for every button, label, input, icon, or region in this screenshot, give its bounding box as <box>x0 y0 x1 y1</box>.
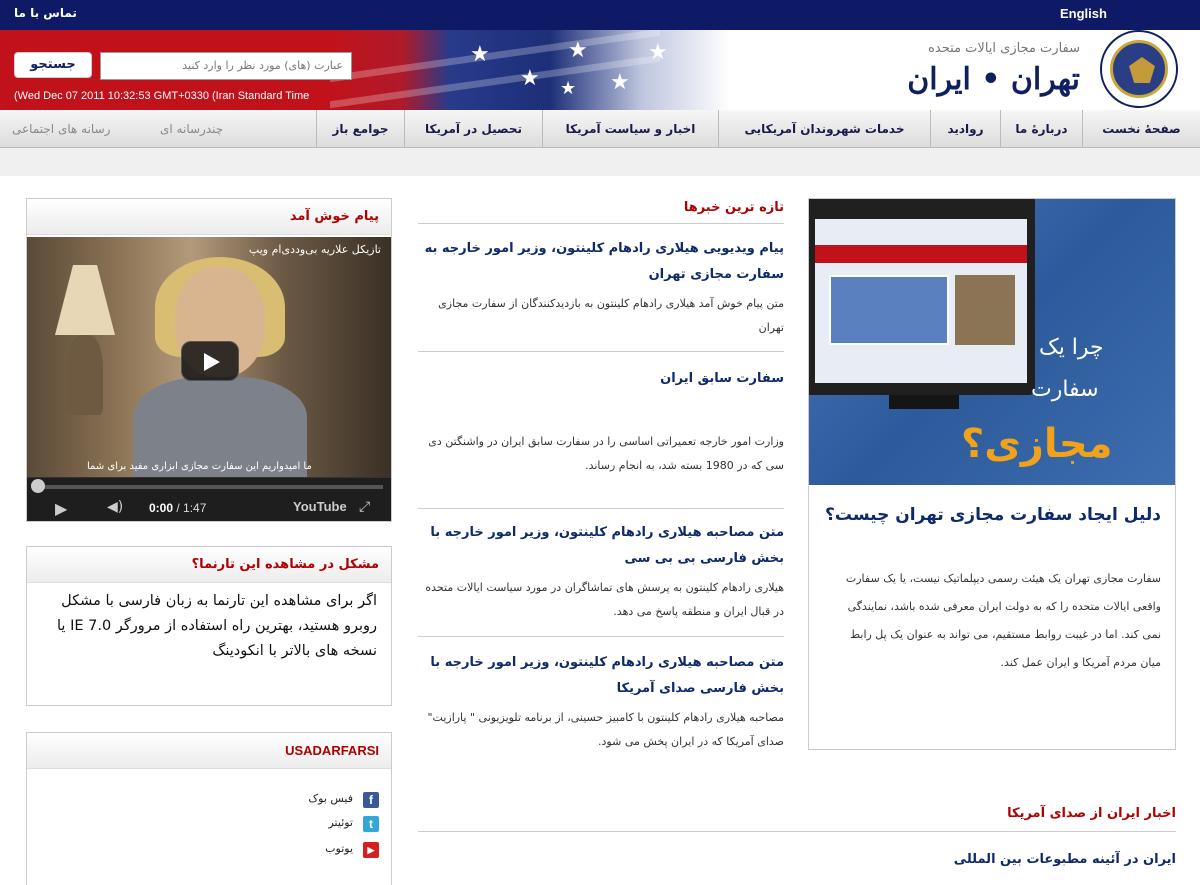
nav-visas[interactable]: روادید <box>930 110 1000 148</box>
brand-subtitle: سفارت مجازی ایالات متحده <box>928 41 1080 56</box>
search-button[interactable]: جستجو <box>14 52 92 78</box>
screen-header <box>815 245 1027 263</box>
youtube-icon: ▶ <box>363 842 379 858</box>
news-headline[interactable]: پیام ویدیویی هیلاری رادهام کلینتون، وزیر… <box>418 236 784 288</box>
video-time: 0:00 / 1:47 <box>149 501 206 515</box>
content-band <box>0 148 1200 176</box>
nav-home[interactable]: صفحهٔ نخست <box>1082 110 1200 148</box>
nav-social-media[interactable]: رسانه های اجتماعی <box>12 110 110 148</box>
monitor-icon <box>809 199 1035 409</box>
latest-news-title: تازه ترین خبرها <box>418 200 784 224</box>
news-summary: وزارت امور خارجه تعمیراتی اساسی را در سف… <box>428 435 784 472</box>
progress-knob[interactable] <box>31 479 45 493</box>
facebook-link[interactable]: f فیس بوک <box>27 789 379 811</box>
facebook-icon: f <box>363 792 379 808</box>
monitor-stand <box>889 395 959 409</box>
news-divider <box>418 351 784 352</box>
nav-citizen-services[interactable]: خدمات شهروندان آمریکایی <box>718 110 930 148</box>
news-headline[interactable]: سفارت سابق ایران <box>418 366 784 392</box>
nav-study-usa[interactable]: تحصیل در آمریکا <box>404 110 542 148</box>
star-icon: ★ <box>648 40 668 65</box>
news-summary: هیلاری رادهام کلینتون به پرسش های تماشاگ… <box>425 581 784 618</box>
twitter-link[interactable]: t توئیتر <box>27 813 379 835</box>
virtual-embassy-promo: چرا یک سفارت مجازی؟ دلیل ایجاد سفارت مجا… <box>808 198 1176 750</box>
site-header: ★ ★ ★ ★ ★ ★ عبارت (های) مورد نظر را وارد… <box>0 30 1200 110</box>
twitter-icon: t <box>363 816 379 832</box>
eagle-icon <box>1129 57 1155 83</box>
news-divider <box>418 508 784 509</box>
news-divider <box>418 636 784 637</box>
embassy-seal-icon[interactable] <box>1100 30 1178 108</box>
video-player[interactable]: تازیکل علاریه بی‌وددی‌ام ویپ ما امیدواری… <box>27 237 391 521</box>
promo-line-1: چرا یک <box>1039 335 1104 360</box>
promo-title[interactable]: دلیل ایجاد سفارت مجازی تهران چیست؟ <box>821 501 1161 529</box>
fullscreen-icon[interactable]: ⤢ <box>359 499 370 515</box>
search-input[interactable]: عبارت (های) مورد نظر را وارد کنید <box>100 52 352 80</box>
brand-title[interactable]: تهران • ایران <box>870 62 1080 97</box>
welcome-box: پیام خوش آمد تازیکل علاریه بی‌وددی‌ام وی… <box>26 198 392 522</box>
voa-news-headline[interactable]: ایران در آئینه مطبوعات بین المللی <box>418 852 1176 867</box>
voa-news-title: اخبار ایران از صدای آمریکا <box>418 806 1176 832</box>
news-item: سفارت سابق ایران وزارت امور خارجه تعمیرا… <box>418 366 784 478</box>
volume-icon[interactable]: ◀) <box>107 499 123 515</box>
social-title: USADARFARSI <box>27 733 391 769</box>
viewing-problem-text: اگر برای مشاهده این تارنما به زبان فارسی… <box>57 593 377 659</box>
time-total: / 1:47 <box>173 501 207 515</box>
nav-open-societies[interactable]: جوامع باز <box>316 110 404 148</box>
news-item: پیام ویدیویی هیلاری رادهام کلینتون، وزیر… <box>418 236 784 340</box>
nav-news-policy[interactable]: اخبار و سیاست آمریکا <box>542 110 718 148</box>
youtube-logo[interactable]: YouTube <box>293 499 347 514</box>
news-summary: مصاحبه هیلاری رادهام کلینتون با کامبیز ح… <box>427 711 784 748</box>
news-item: متن مصاحبه هیلاری رادهام کلینتون، وزیر ا… <box>418 650 784 754</box>
screen-photo <box>955 275 1015 345</box>
main-nav: صفحهٔ نخست دربارهٔ ما روادید خدمات شهرون… <box>0 110 1200 148</box>
news-item: متن مصاحبه هیلاری رادهام کلینتون، وزیر ا… <box>418 520 784 624</box>
english-link[interactable]: English <box>1060 6 1107 21</box>
top-bar: تماس با ما English <box>0 0 1200 30</box>
news-summary: متن پیام خوش آمد هیلاری رادهام کلینتون ب… <box>438 297 784 334</box>
timestamp: (Wed Dec 07 2011 10:32:53 GMT+0330 (Iran… <box>14 90 310 102</box>
promo-text: سفارت مجازی تهران یک هیئت رسمی دیپلماتیک… <box>845 572 1161 669</box>
nav-multimedia[interactable]: چندرسانه ای <box>160 110 223 148</box>
contact-us-link[interactable]: تماس با ما <box>14 6 77 20</box>
facebook-label[interactable]: فیس بوک <box>308 792 353 805</box>
social-box: USADARFARSI f فیس بوک t توئیتر ▶ یوتوب <box>26 732 392 885</box>
youtube-link[interactable]: ▶ یوتوب <box>27 839 379 861</box>
viewing-problem-box: مشکل در مشاهده این تارنما؟ اگر برای مشاه… <box>26 546 392 706</box>
lamp-base <box>67 335 103 415</box>
viewing-problem-title: مشکل در مشاهده این تارنما؟ <box>27 547 391 583</box>
promo-line-3: مجازی؟ <box>961 421 1113 467</box>
youtube-label[interactable]: یوتوب <box>325 842 353 855</box>
star-icon: ★ <box>568 38 588 63</box>
welcome-title: پیام خوش آمد <box>27 199 391 235</box>
news-headline[interactable]: متن مصاحبه هیلاری رادهام کلینتون، وزیر ا… <box>418 520 784 572</box>
twitter-label[interactable]: توئیتر <box>328 816 353 829</box>
play-icon[interactable]: ▶ <box>55 499 67 518</box>
star-icon: ★ <box>610 70 630 95</box>
time-current: 0:00 <box>149 501 174 515</box>
progress-bar[interactable] <box>35 485 383 489</box>
star-icon: ★ <box>560 78 577 99</box>
video-caption: ما امیدواریم این سفارت مجازی ابزاری مفید… <box>87 461 312 472</box>
video-title[interactable]: تازیکل علاریه بی‌وددی‌ام ویپ <box>249 243 381 256</box>
star-icon: ★ <box>520 66 540 91</box>
play-button[interactable] <box>181 341 239 381</box>
promo-line-2: سفارت <box>1031 377 1099 402</box>
screen-panel <box>829 275 949 345</box>
star-icon: ★ <box>470 42 490 67</box>
monitor-screen <box>815 219 1027 383</box>
promo-banner[interactable]: چرا یک سفارت مجازی؟ <box>809 199 1175 485</box>
nav-about[interactable]: دربارهٔ ما <box>1000 110 1082 148</box>
news-headline[interactable]: متن مصاحبه هیلاری رادهام کلینتون، وزیر ا… <box>418 650 784 702</box>
